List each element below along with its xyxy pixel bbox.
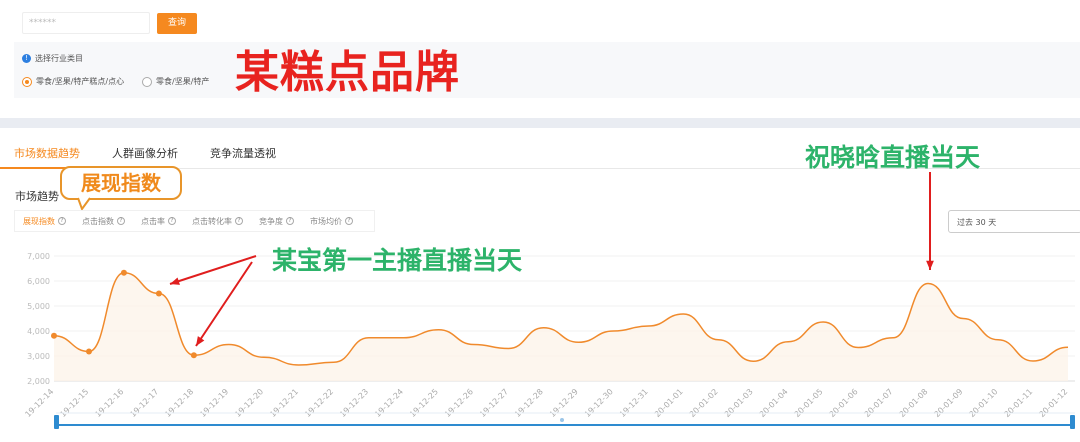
y-tick-label: 6,000 (27, 277, 50, 286)
x-tick-label: 20-01-01 (653, 387, 685, 419)
x-tick-label: 20-01-11 (1002, 387, 1034, 419)
event-annotation-1: 某宝第一主播直播当天 (272, 246, 523, 275)
x-tick-label: 19-12-18 (163, 387, 195, 419)
x-tick-label: 19-12-22 (303, 387, 335, 419)
x-tick-label: 20-01-10 (967, 387, 999, 419)
x-tick-label: 19-12-28 (513, 387, 545, 419)
trend-chart: 2,0003,0004,0005,0006,0007,00019-12-14 19… (23, 172, 1075, 429)
data-point (155, 290, 162, 297)
x-tick-label: 19-12-16 (93, 387, 125, 419)
x-tick-label: 19-12-21 (268, 387, 300, 419)
x-tick-label: 19-12-30 (583, 387, 615, 419)
area-fill (54, 272, 1068, 381)
slider-range (56, 424, 1075, 426)
data-point (120, 269, 127, 276)
x-tick-label: 19-12-26 (443, 387, 475, 419)
y-tick-label: 7,000 (27, 252, 50, 261)
annotation-arrow (195, 261, 253, 347)
data-point (85, 348, 92, 355)
x-tick-label: 19-12-19 (198, 387, 230, 419)
slider-center-grip (560, 418, 564, 422)
annotation-arrow (169, 255, 257, 285)
arrow-head-icon (196, 336, 205, 346)
x-tick-label: 19-12-23 (338, 387, 370, 419)
x-tick-label: 19-12-20 (233, 387, 265, 419)
x-tick-label: 19-12-15 (58, 387, 90, 419)
data-point (51, 332, 57, 339)
x-tick-label: 20-01-05 (793, 387, 825, 419)
x-tick-label: 20-01-12 (1037, 387, 1069, 419)
x-tick-label: 19-12-29 (548, 387, 580, 419)
x-tick-label: 20-01-09 (932, 387, 964, 419)
x-tick-label: 20-01-07 (863, 387, 895, 419)
x-tick-label: 19-12-17 (128, 387, 160, 419)
y-tick-label: 5,000 (27, 302, 50, 311)
slider-handle-left (54, 415, 59, 429)
y-tick-label: 3,000 (27, 352, 50, 361)
y-tick-label: 4,000 (27, 327, 50, 336)
y-tick-label: 2,000 (27, 377, 50, 386)
x-tick-label: 20-01-03 (723, 387, 755, 419)
x-tick-label: 19-12-31 (618, 387, 650, 419)
x-tick-label: 19-12-27 (478, 387, 510, 419)
x-tick-label: 20-01-06 (828, 387, 860, 419)
x-tick-label: 19-12-25 (408, 387, 440, 419)
x-tick-label: 20-01-02 (688, 387, 720, 419)
data-point (190, 352, 197, 359)
x-tick-label: 20-01-08 (898, 387, 930, 419)
arrow-head-icon (926, 260, 934, 270)
slider-handle-right (1070, 415, 1075, 429)
x-tick-label: 20-01-04 (758, 387, 790, 419)
x-tick-label: 19-12-24 (373, 387, 405, 419)
x-tick-label: 19-12-14 (23, 387, 55, 419)
